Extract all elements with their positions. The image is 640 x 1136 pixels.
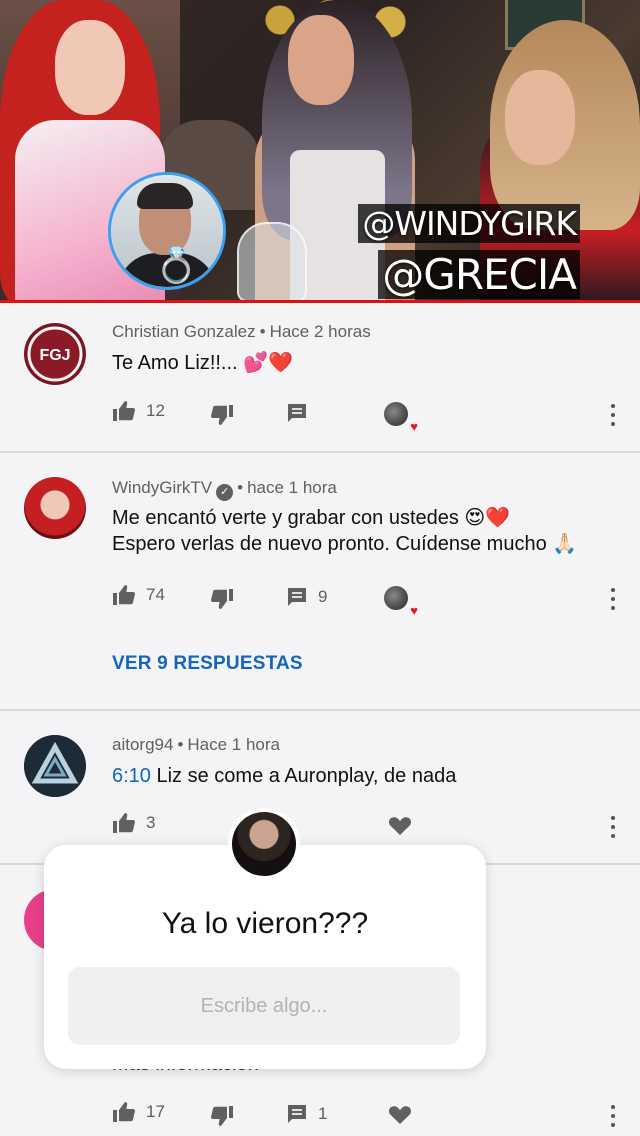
comment-meta: WindyGirkTV ✓ • hace 1 hora [112, 478, 337, 501]
reply-button[interactable]: 1 [286, 1103, 327, 1125]
comment-time: hace 1 hora [247, 478, 337, 497]
sticker-avatar [228, 808, 300, 880]
reply-icon [288, 1105, 306, 1123]
heart-outline-icon [388, 817, 412, 835]
author-name[interactable]: aitorg94 [112, 735, 173, 754]
creator-heart: ♥ [384, 586, 418, 618]
comment-actions: 12 ♥ [112, 400, 622, 434]
like-button[interactable]: 12 [112, 400, 165, 422]
like-button[interactable]: 17 [112, 1101, 165, 1123]
person-left-face [55, 20, 125, 115]
creator-avatar-mini [384, 402, 408, 426]
reply-button[interactable] [286, 402, 308, 424]
creator-avatar-mini [384, 586, 408, 610]
reply-button[interactable]: 9 [286, 586, 327, 608]
video-frame[interactable]: 💍 @WINDYGIRK @GRECIA [0, 0, 640, 303]
wedding-rings-icon: 💍 [155, 247, 198, 285]
creator-heart: ♥ [384, 402, 418, 434]
avatar[interactable]: FGJ [24, 323, 86, 385]
comment-text: 6:10 Liz se come a Auronplay, de nada [112, 763, 456, 789]
comment-meta: Christian Gonzalez • Hace 2 horas [112, 322, 371, 341]
avatar[interactable] [24, 735, 86, 797]
more-options-button[interactable] [610, 404, 616, 426]
more-options-button[interactable] [610, 1105, 616, 1127]
view-replies-link[interactable]: VER 9 RESPUESTAS [112, 653, 303, 675]
thumbs-up-icon [113, 585, 135, 605]
comment-body: Liz se come a Auronplay, de nada [150, 765, 457, 787]
heart-outline-icon [388, 1106, 412, 1124]
avatar-text: FGJ [39, 347, 70, 364]
comment-text: Te Amo Liz!!... 💕❤️ [112, 352, 293, 374]
heart-button[interactable] [388, 816, 412, 836]
comment-time: Hace 2 horas [269, 322, 371, 341]
like-count: 17 [146, 1102, 165, 1121]
verified-check-icon: ✓ [216, 484, 234, 501]
thumbs-down-icon [211, 1106, 233, 1126]
timestamp-link[interactable]: 6:10 [112, 765, 151, 787]
author-name[interactable]: Christian Gonzalez [112, 322, 256, 341]
more-options-button[interactable] [610, 816, 616, 838]
glass-jar [237, 222, 307, 302]
comment-actions: 3 [112, 812, 622, 842]
heart-button[interactable] [388, 1105, 412, 1125]
reply-icon [288, 588, 306, 606]
more-options-button[interactable] [610, 588, 616, 610]
thumbs-down-icon [211, 405, 233, 425]
author-name[interactable]: WindyGirkTV [112, 478, 212, 497]
reply-count: 1 [318, 1104, 328, 1123]
dislike-button[interactable] [210, 588, 234, 610]
heart-icon: ♥ [410, 603, 418, 618]
comment-actions: 74 9 ♥ [112, 584, 622, 618]
thumbs-up-icon [113, 1102, 135, 1122]
like-button[interactable]: 3 [112, 812, 155, 834]
comment-item: FGJ Christian Gonzalez • Hace 2 horas Te A… [0, 303, 640, 453]
comment-text-line2: Espero verlas de nuevo pronto. Cuídense … [112, 533, 578, 555]
avatar[interactable] [24, 477, 86, 539]
comment-meta: aitorg94 • Hace 1 hora [112, 735, 281, 754]
comment-item: aitorg94 • Hace 1 hora 6:10 Liz se come a … [0, 711, 640, 863]
mention-tag-windygirk[interactable]: @WINDYGIRK [358, 204, 580, 243]
like-count: 12 [146, 401, 165, 420]
dislike-button[interactable] [210, 1105, 234, 1127]
comment-item: WindyGirkTV ✓ • hace 1 hora Me encantó vert… [0, 453, 640, 709]
comment-time: Hace 1 hora [187, 735, 281, 754]
thumbs-up-icon [113, 401, 135, 421]
heart-icon: ♥ [410, 419, 418, 434]
reply-icon [288, 404, 306, 422]
sticker-question: Ya lo vieron??? [161, 907, 369, 940]
thumbs-up-icon [113, 813, 135, 833]
mention-tag-grecia[interactable]: @GRECIA [378, 250, 580, 299]
thumbs-down-icon [211, 589, 233, 609]
like-count: 3 [146, 813, 156, 832]
like-button[interactable]: 74 [112, 584, 165, 606]
sticker-answer-input[interactable]: Escribe algo... [68, 967, 460, 1045]
comment-text-line1: Me encantó verte y grabar con ustedes 😍❤… [112, 507, 511, 529]
comment-actions: 17 1 [112, 1101, 622, 1131]
person-right-face [505, 70, 575, 165]
reply-count: 9 [318, 587, 328, 606]
like-count: 74 [146, 585, 165, 604]
dislike-button[interactable] [210, 404, 234, 426]
inset-photo-bubble: 💍 [108, 172, 226, 290]
person-middle-face [288, 15, 354, 105]
